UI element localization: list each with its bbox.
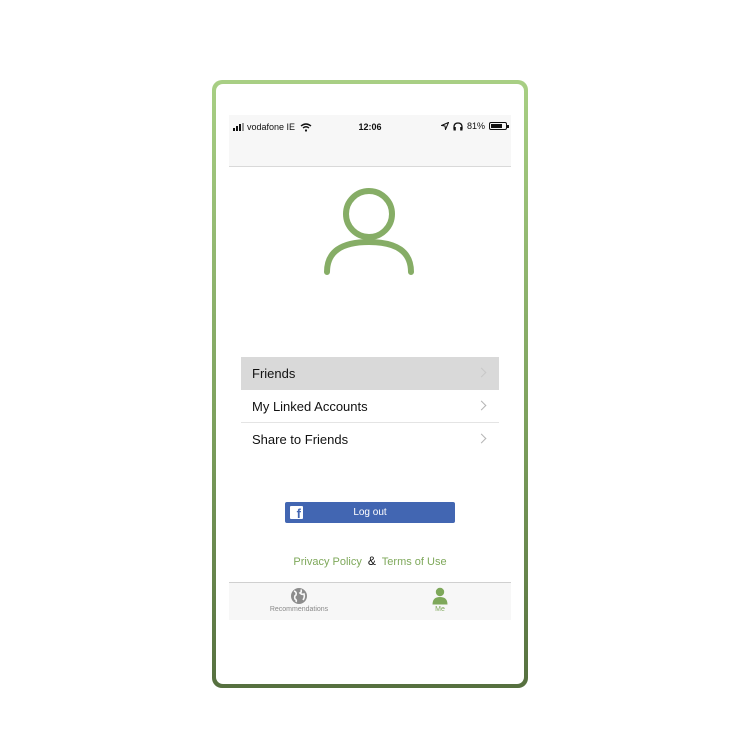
menu-item-linked-accounts[interactable]: My Linked Accounts	[241, 390, 499, 423]
facebook-logout-button[interactable]: f Log out	[285, 502, 455, 523]
facebook-icon: f	[290, 506, 303, 519]
terms-of-use-link[interactable]: Terms of Use	[382, 556, 447, 568]
chevron-right-icon	[476, 400, 487, 411]
status-right: 81%	[440, 121, 509, 131]
user-outline-icon	[324, 188, 414, 275]
menu-item-label: Friends	[252, 365, 296, 381]
tab-me[interactable]: Me	[380, 587, 500, 613]
status-bar: vodafone IE 12:06 81%	[229, 115, 511, 167]
tab-label: Me	[435, 606, 445, 613]
app-screen: vodafone IE 12:06 81% Friends My Linked …	[229, 115, 511, 620]
chevron-right-icon	[476, 367, 487, 378]
profile-menu: Friends My Linked Accounts Share to Frie…	[241, 357, 499, 456]
menu-item-share-to-friends[interactable]: Share to Friends	[241, 423, 499, 456]
tab-bar: Recommendations Me	[229, 582, 511, 620]
legal-separator: &	[367, 554, 376, 568]
battery-percent: 81%	[466, 121, 485, 131]
location-arrow-icon	[440, 122, 449, 130]
tab-label: Recommendations	[269, 606, 329, 613]
headphones-icon	[453, 121, 463, 130]
menu-item-label: My Linked Accounts	[252, 398, 368, 414]
globe-icon	[291, 588, 307, 604]
tab-recommendations[interactable]: Recommendations	[239, 587, 359, 613]
battery-icon	[489, 122, 509, 130]
privacy-policy-link[interactable]: Privacy Policy	[293, 556, 361, 568]
menu-item-label: Share to Friends	[252, 432, 349, 447]
legal-links: Privacy Policy & Terms of Use	[229, 554, 511, 568]
chevron-right-icon	[476, 433, 487, 444]
person-icon	[432, 587, 448, 605]
menu-item-friends[interactable]: Friends	[241, 357, 499, 390]
logout-label: Log out	[353, 507, 387, 518]
